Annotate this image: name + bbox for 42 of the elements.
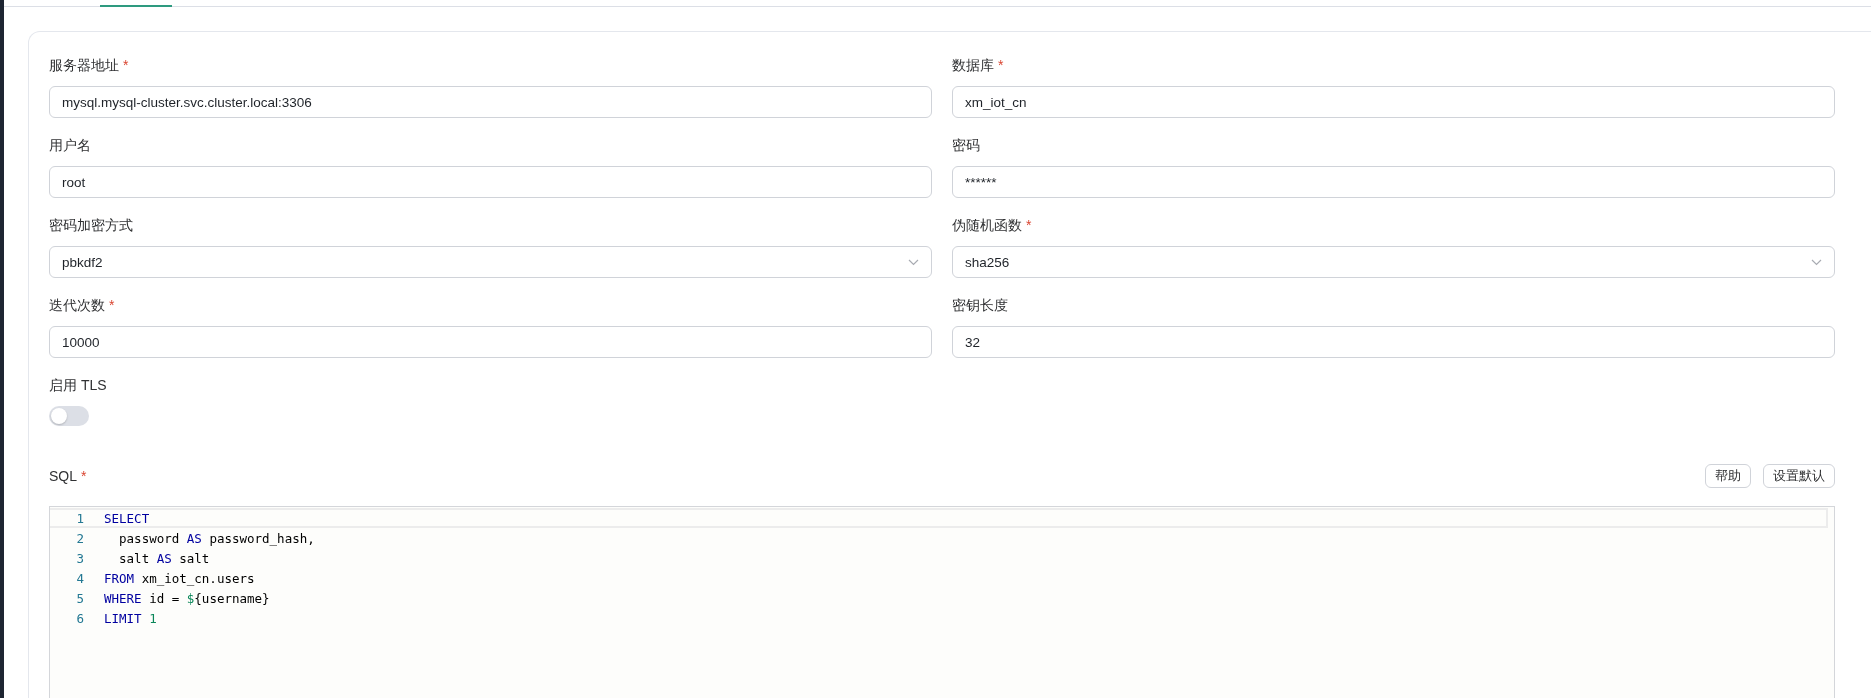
code-line: salt AS salt [118, 550, 210, 566]
code-line: WHERE id = ${username} [104, 590, 270, 606]
required-mark: * [81, 468, 87, 484]
input-field[interactable]: 10000 [49, 326, 932, 358]
input-field[interactable]: 32 [952, 326, 1835, 358]
field-label: 数据库 * [952, 56, 1005, 74]
select-field[interactable]: sha256 [952, 246, 1835, 278]
help-button[interactable]: 帮助 [1705, 464, 1751, 488]
field-label: 密码 [952, 136, 981, 154]
field-label: 服务器地址 * [49, 56, 130, 74]
input-field[interactable]: ****** [952, 166, 1835, 198]
field-label: 迭代次数 * [49, 296, 116, 314]
line-number: 2 [75, 530, 84, 546]
field-label: 伪随机函数 * [952, 216, 1033, 234]
code-line: SELECT [104, 510, 150, 526]
required-mark: * [1026, 217, 1032, 233]
line-number: 1 [75, 510, 84, 526]
code-editor[interactable]: 1 SELECT 2 password AS password_hash, 3 salt AS salt 4 FROM xm_iot_cn.users 5 WHERE id = ${username} 6 LIMIT 1 [49, 506, 1835, 698]
select-field[interactable]: pbkdf2 [49, 246, 932, 278]
code-line: password AS password_hash, [118, 530, 315, 546]
required-mark: * [109, 297, 115, 313]
input-field[interactable]: root [49, 166, 932, 198]
line-number: 4 [75, 570, 84, 586]
chevron-down-icon [1811, 258, 1822, 266]
chevron-down-icon [908, 258, 919, 266]
required-mark: * [998, 57, 1004, 73]
field-label: 启用 TLS [49, 376, 108, 394]
field-label: SQL * [49, 467, 87, 485]
active-tab-indicator [100, 5, 172, 7]
code-line: FROM xm_iot_cn.users [104, 570, 255, 586]
input-field[interactable]: xm_iot_cn [952, 86, 1835, 118]
required-mark: * [123, 57, 129, 73]
code-line: LIMIT 1 [104, 610, 157, 626]
line-number: 5 [75, 590, 84, 606]
line-number: 6 [75, 610, 84, 626]
field-label: 用户名 [49, 136, 92, 154]
field-label: 密码加密方式 [49, 216, 134, 234]
set-default-button[interactable]: 设置默认 [1763, 464, 1835, 488]
input-field[interactable]: mysql.mysql-cluster.svc.cluster.local:3306 [49, 86, 932, 118]
field-label: 密钥长度 [952, 296, 1009, 314]
line-number: 3 [75, 550, 84, 566]
tls-toggle[interactable] [49, 406, 89, 426]
